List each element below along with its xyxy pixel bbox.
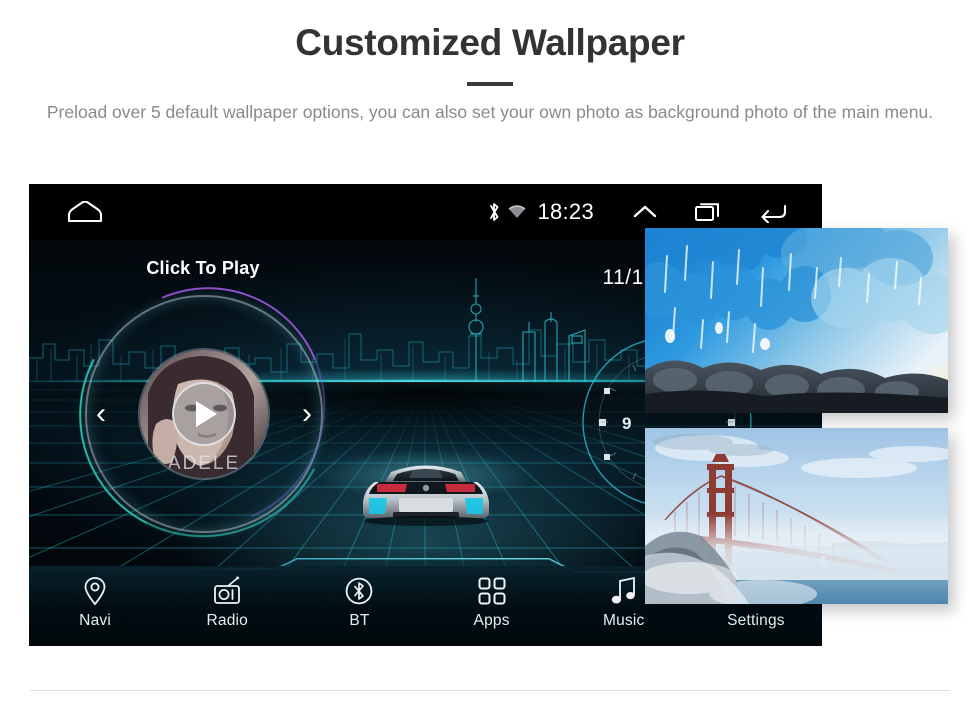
footer-divider [30, 690, 950, 691]
album-artist-label: ADELE [167, 453, 241, 474]
bluetooth-circle-icon [344, 576, 374, 606]
chevron-left-icon[interactable]: ‹ [96, 399, 106, 429]
car-illustration [347, 448, 505, 531]
nav-label: Apps [473, 612, 510, 629]
back-arrow-icon[interactable] [758, 201, 788, 223]
play-icon[interactable] [172, 382, 236, 446]
page-subtitle: Preload over 5 default wallpaper options… [46, 101, 934, 122]
page-header: Customized Wallpaper Preload over 5 defa… [0, 0, 980, 126]
home-icon[interactable] [67, 200, 103, 228]
grid-apps-icon [478, 576, 506, 606]
nav-label: BT [349, 612, 370, 629]
nav-label: Navi [79, 612, 111, 629]
nav-item-radio[interactable]: Radio [161, 570, 293, 630]
chevron-up-icon[interactable] [632, 202, 658, 222]
title-divider [467, 81, 513, 86]
recents-square-icon[interactable] [694, 201, 722, 223]
dial-numeral: 9 [622, 414, 631, 433]
golden-gate-wallpaper[interactable] [645, 428, 948, 604]
wifi-icon [508, 204, 526, 220]
nav-label: Radio [206, 612, 248, 629]
nav-item-apps[interactable]: Apps [426, 570, 558, 630]
nav-item-bt[interactable]: BT [293, 570, 425, 630]
nav-label: Music [603, 612, 645, 629]
music-widget[interactable]: ADELE ‹ › [47, 251, 362, 570]
nav-item-navi[interactable]: Navi [29, 570, 161, 630]
nav-label: Settings [727, 612, 785, 629]
music-note-icon [610, 576, 638, 606]
page-title: Customized Wallpaper [295, 22, 685, 63]
clock-time: 18:23 [537, 199, 594, 224]
chevron-right-icon[interactable]: › [302, 399, 312, 429]
radio-icon [212, 576, 242, 606]
location-pin-icon [83, 576, 107, 606]
bluetooth-icon [487, 201, 501, 223]
ice-cave-wallpaper[interactable] [645, 228, 948, 413]
click-to-play-label[interactable]: Click To Play [103, 258, 303, 279]
